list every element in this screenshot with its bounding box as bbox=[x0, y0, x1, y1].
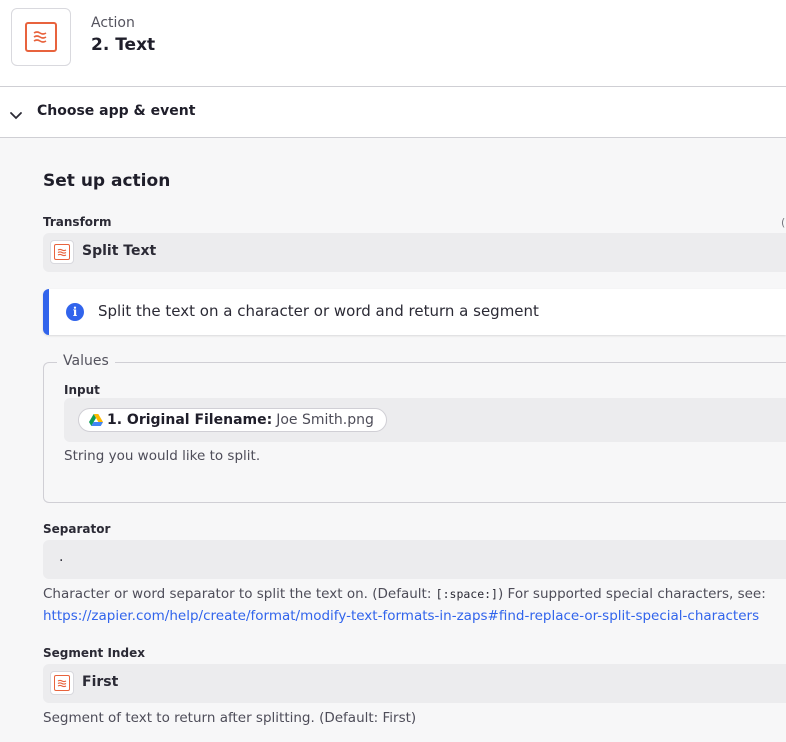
separator-input[interactable]: . bbox=[43, 540, 786, 579]
values-legend: Values bbox=[57, 353, 115, 369]
setup-title: Set up action bbox=[43, 171, 171, 191]
pill-value: Joe Smith.png bbox=[276, 412, 374, 428]
segment-index-select[interactable]: First bbox=[43, 664, 786, 703]
transform-label: Transform bbox=[43, 215, 112, 229]
info-icon: i bbox=[66, 303, 84, 321]
separator-default-code: [:space:] bbox=[435, 587, 498, 601]
transform-select[interactable]: Split Text bbox=[43, 233, 786, 272]
separator-help: Character or word separator to split the… bbox=[43, 586, 766, 602]
formatter-icon bbox=[50, 240, 74, 264]
section-title: Choose app & event bbox=[37, 103, 196, 119]
choose-app-section[interactable]: Choose app & event bbox=[0, 87, 786, 137]
input-help: String you would like to split. bbox=[64, 448, 261, 464]
segment-index-help: Segment of text to return after splittin… bbox=[43, 710, 417, 726]
separator-help-prefix: Character or word separator to split the… bbox=[43, 586, 436, 602]
mapped-field-pill[interactable]: 1. Original Filename: Joe Smith.png bbox=[78, 408, 387, 432]
formatter-icon bbox=[25, 22, 57, 52]
chevron-down-icon bbox=[9, 105, 23, 124]
pill-key: 1. Original Filename: bbox=[107, 412, 273, 428]
formatter-icon bbox=[50, 671, 74, 695]
input-field[interactable]: 1. Original Filename: Joe Smith.png bbox=[64, 398, 786, 442]
transform-value: Split Text bbox=[82, 243, 157, 259]
transform-label-trailing: ( bbox=[781, 216, 786, 229]
info-banner: i Split the text on a character or word … bbox=[43, 289, 786, 335]
segment-index-label: Segment Index bbox=[43, 646, 145, 660]
input-label: Input bbox=[64, 383, 100, 397]
special-characters-link[interactable]: https://zapier.com/help/create/format/mo… bbox=[43, 608, 759, 624]
step-kind: Action bbox=[91, 15, 135, 31]
step-header: Action 2. Text bbox=[0, 0, 786, 86]
step-title[interactable]: 2. Text bbox=[91, 35, 155, 55]
separator-help-suffix: ) For supported special characters, see: bbox=[497, 586, 766, 602]
info-text: Split the text on a character or word an… bbox=[98, 302, 539, 320]
google-drive-icon bbox=[89, 414, 103, 426]
separator-value: . bbox=[59, 549, 64, 565]
app-tile[interactable] bbox=[11, 8, 71, 66]
separator-label: Separator bbox=[43, 522, 111, 536]
segment-index-value: First bbox=[82, 674, 119, 690]
